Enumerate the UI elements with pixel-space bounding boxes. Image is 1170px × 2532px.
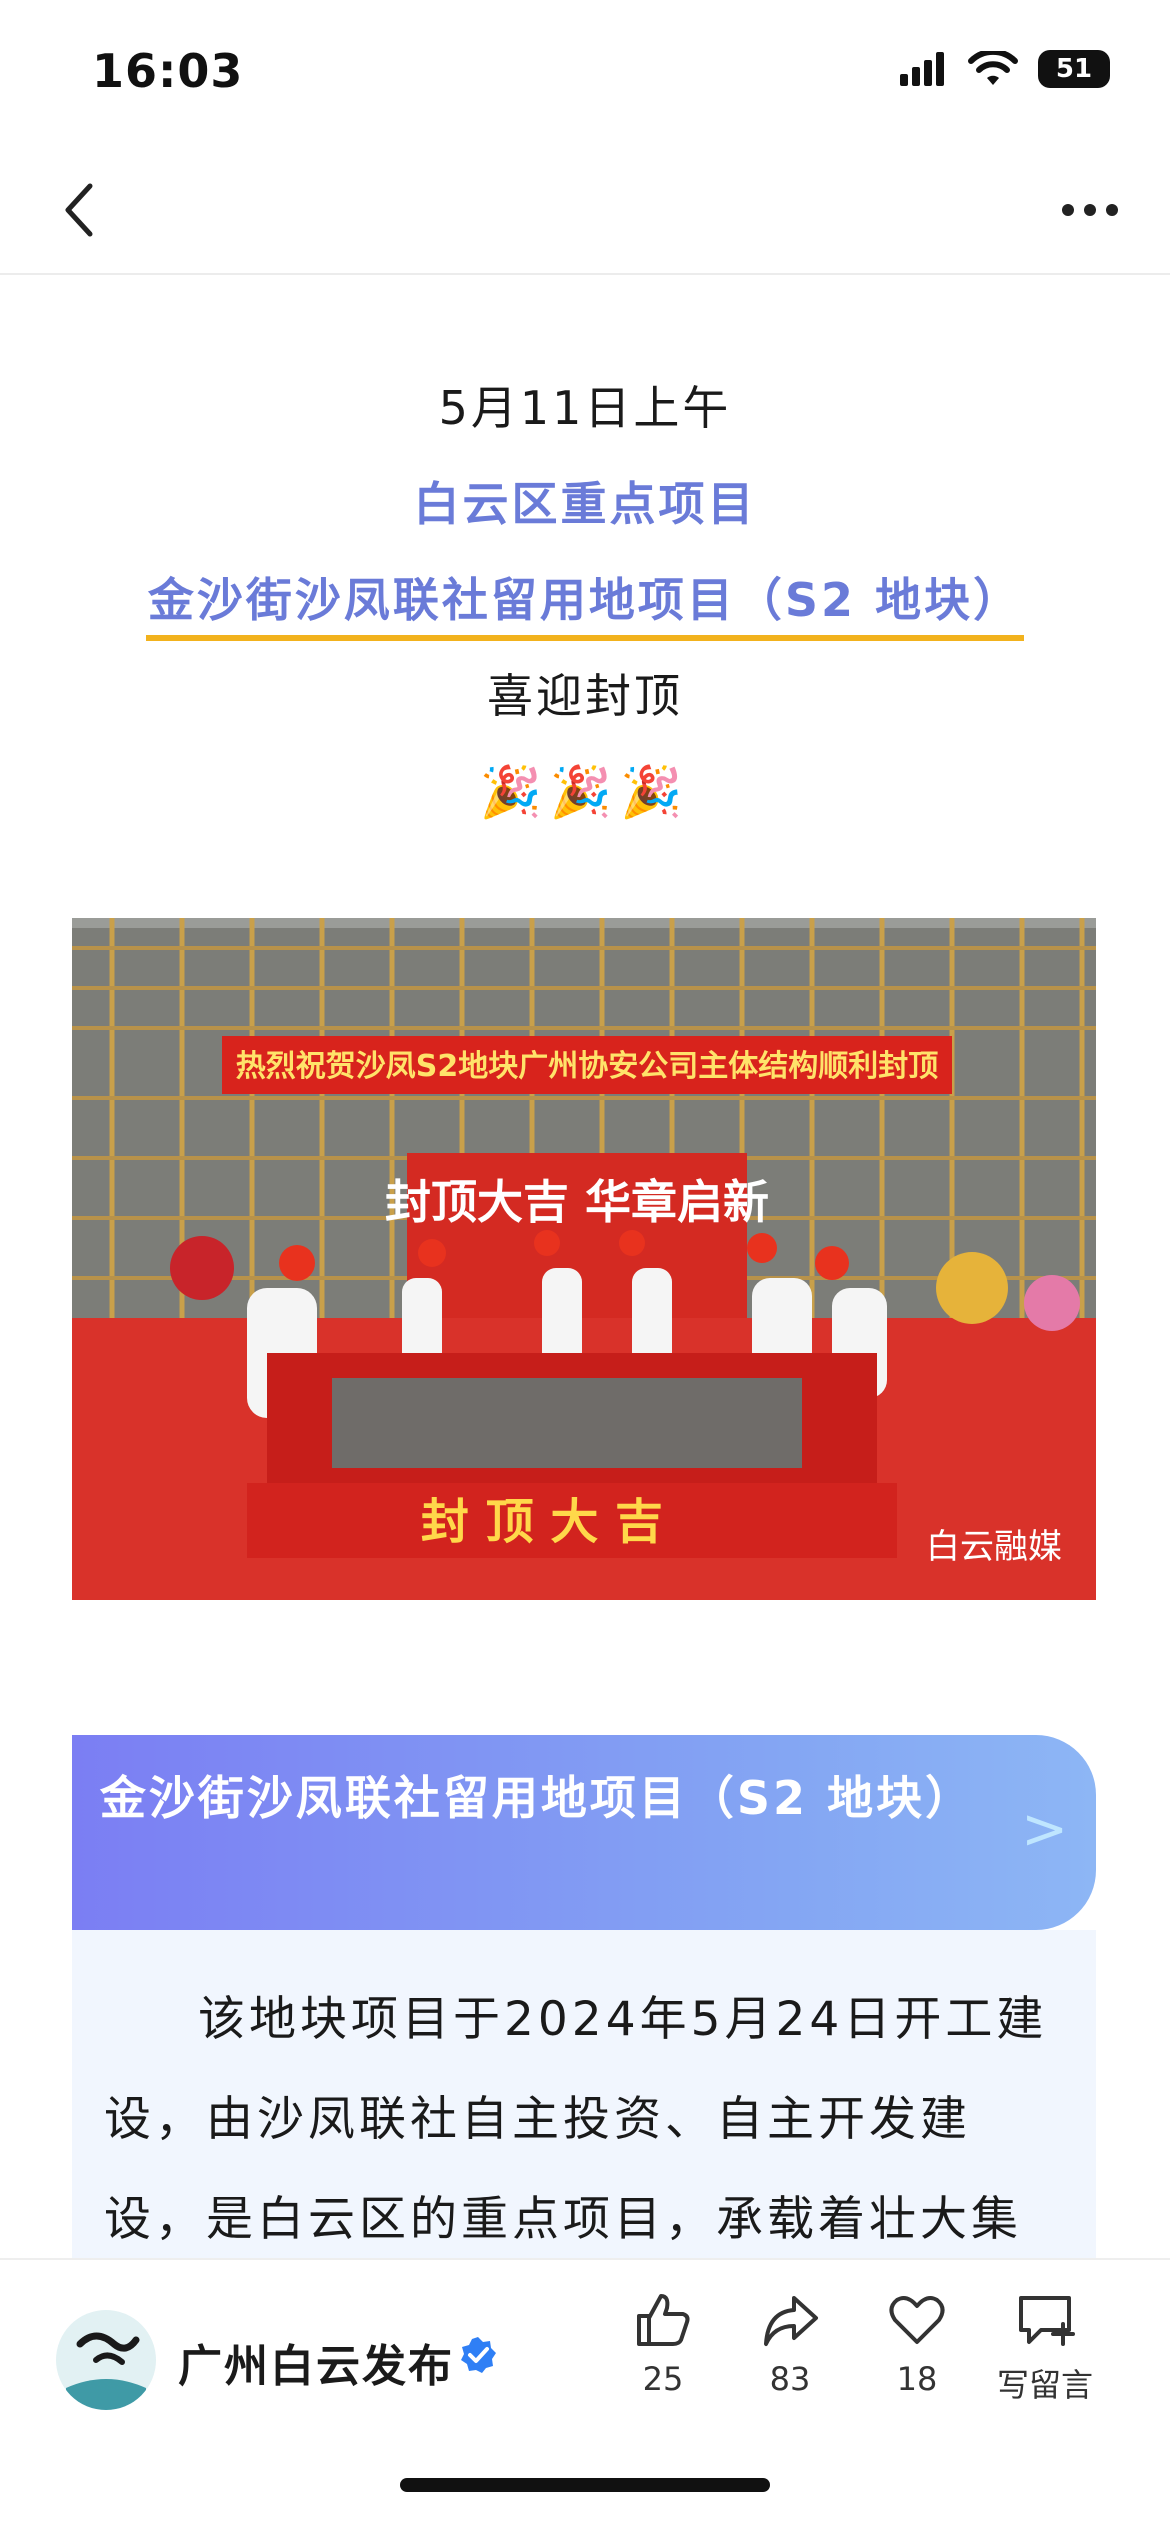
date-line: 5月11日上午 [438,381,732,435]
heart-icon [889,2296,945,2344]
photo-watermark: 白云融媒 [926,1527,1062,1567]
article-intro: 5月11日上午 白云区重点项目 金沙街沙凤联社留用地项目（S2 地块） 喜迎封顶… [0,360,1170,840]
project-name: 金沙街沙凤联社留用地项目（S2 地块） [145,565,1025,641]
comment-add-icon [1019,2296,1075,2346]
account-avatar[interactable] [56,2310,156,2410]
ceremony-photo-illustration: 热烈祝贺沙凤S2地块广州协安公司主体结构顺利封顶 封顶大吉 华章启新 封 顶 大… [72,918,1096,1600]
celebration-text: 喜迎封顶 [487,669,683,723]
section-body: 该地块项目于2024年5月24日开工建设，由沙凤联社自主投资、自主开发建设，是白… [72,1930,1096,2260]
status-icons: 51 [900,50,1110,88]
ceremony-photo[interactable]: 热烈祝贺沙凤S2地块广州协安公司主体结构顺利封顶 封顶大吉 华章启新 封 顶 大… [72,918,1096,1600]
photo-pit-text: 封 顶 大 吉 [421,1494,663,1550]
verified-badge-icon [461,2337,496,2373]
comment-label: 写留言 [996,2366,1093,2404]
status-time: 16:03 [92,44,244,98]
home-indicator[interactable] [400,2478,770,2492]
thumbs-up-icon [637,2294,690,2346]
favorite-button[interactable]: 18 [862,2290,972,2398]
project-category: 白云区重点项目 [413,477,757,531]
nav-bar [0,150,1170,275]
more-button[interactable] [1050,170,1130,250]
chevron-right-icon: > [1021,1797,1068,1862]
write-comment-button[interactable]: 写留言 [990,2290,1100,2406]
cellular-signal-icon [900,52,944,86]
back-button[interactable] [40,170,120,250]
section-title: 金沙街沙凤联社留用地项目（S2 地块） [99,1771,975,1825]
chevron-left-icon [65,183,93,237]
share-button[interactable]: 83 [735,2290,845,2398]
status-bar: 16:03 51 [0,0,1170,150]
favorite-count: 18 [896,2360,938,2398]
party-emoji: 🎉🎉🎉 [479,763,691,821]
more-dots-icon [1062,204,1118,216]
share-count: 83 [769,2360,811,2398]
photo-banner-text: 热烈祝贺沙凤S2地块广州协安公司主体结构顺利封顶 [236,1049,938,1084]
account-name[interactable]: 广州白云发布 [178,2330,454,2394]
share-arrow-icon [764,2296,818,2346]
section-header[interactable]: 金沙街沙凤联社留用地项目（S2 地块） > [72,1735,1096,1930]
like-button[interactable]: 25 [608,2290,718,2398]
battery-indicator: 51 [1038,50,1110,88]
wifi-icon [968,51,1018,85]
like-count: 25 [642,2360,684,2398]
photo-stage-text: 封顶大吉 华章启新 [385,1175,769,1229]
